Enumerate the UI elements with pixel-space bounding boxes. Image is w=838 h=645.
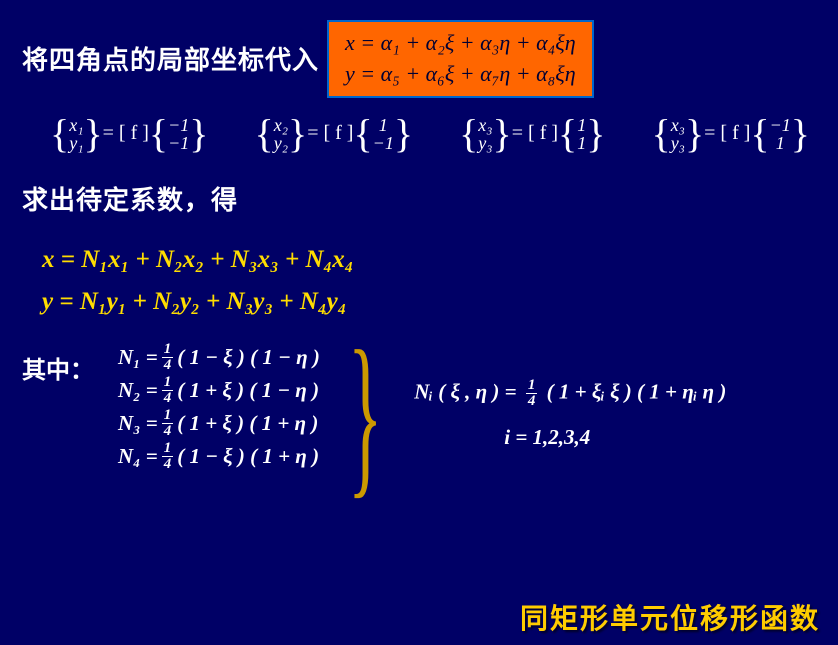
eq-y-shape: y = N₁y₁ + N₂y₂ + N₃y₃ + N₄y₄	[42, 281, 838, 324]
corner-eq-1: {x₁y₁} = [ f ] {−1−1}	[50, 116, 208, 152]
heading-where: 其中：	[22, 342, 94, 486]
general-shape-function: Nᵢ ( ξ , η ) = 14 ( 1 + ξᵢ ξ ) ( 1 + ηᵢ …	[414, 342, 726, 486]
eq-x-shape: x = N₁x₁ + N₂x₂ + N₃x₃ + N₄x₄	[42, 239, 838, 282]
footer-title: 同矩形单元位移形函数	[520, 597, 820, 637]
corner-eq-3: {x₃y₃} = [ f ] {11}	[459, 116, 605, 152]
interpolation-equations: x = N₁x₁ + N₂x₂ + N₃x₃ + N₄x₄ y = N₁y₁ +…	[0, 217, 838, 324]
corner-eq-4: {x₃y₃} = [ f ] {−11}	[651, 116, 809, 152]
shape-fn-3: N₃ = 14 ( 1 + ξ ) ( 1 + η )	[118, 408, 320, 439]
shape-fn-1: N₁ = 14 ( 1 − ξ ) ( 1 − η )	[118, 342, 320, 373]
index-range: i = 1,2,3,4	[504, 425, 726, 450]
corner-eq-2: {x₂y₂} = [ f ] {1−1}	[255, 116, 413, 152]
shape-function-list: N₁ = 14 ( 1 − ξ ) ( 1 − η ) N₂ = 14 ( 1 …	[94, 342, 320, 486]
grouping-brace-icon: }	[348, 342, 383, 486]
eq-x-alpha: x = α₁ + α₂ξ + α₃η + α₄ξη	[345, 28, 576, 59]
heading-substitute: 将四角点的局部坐标代入	[22, 40, 319, 77]
heading-solve: 求出待定系数，得	[0, 152, 838, 217]
highlighted-equation-box: x = α₁ + α₂ξ + α₃η + α₄ξη y = α₅ + α₆ξ +…	[327, 20, 594, 98]
eq-y-alpha: y = α₅ + α₆ξ + α₇η + α₈ξη	[345, 59, 576, 90]
shape-fn-4: N₄ = 14 ( 1 − ξ ) ( 1 + η )	[118, 441, 320, 472]
corner-equations-row: {x₁y₁} = [ f ] {−1−1} {x₂y₂} = [ f ] {1−…	[0, 98, 838, 152]
shape-fn-2: N₂ = 14 ( 1 + ξ ) ( 1 − η )	[118, 375, 320, 406]
